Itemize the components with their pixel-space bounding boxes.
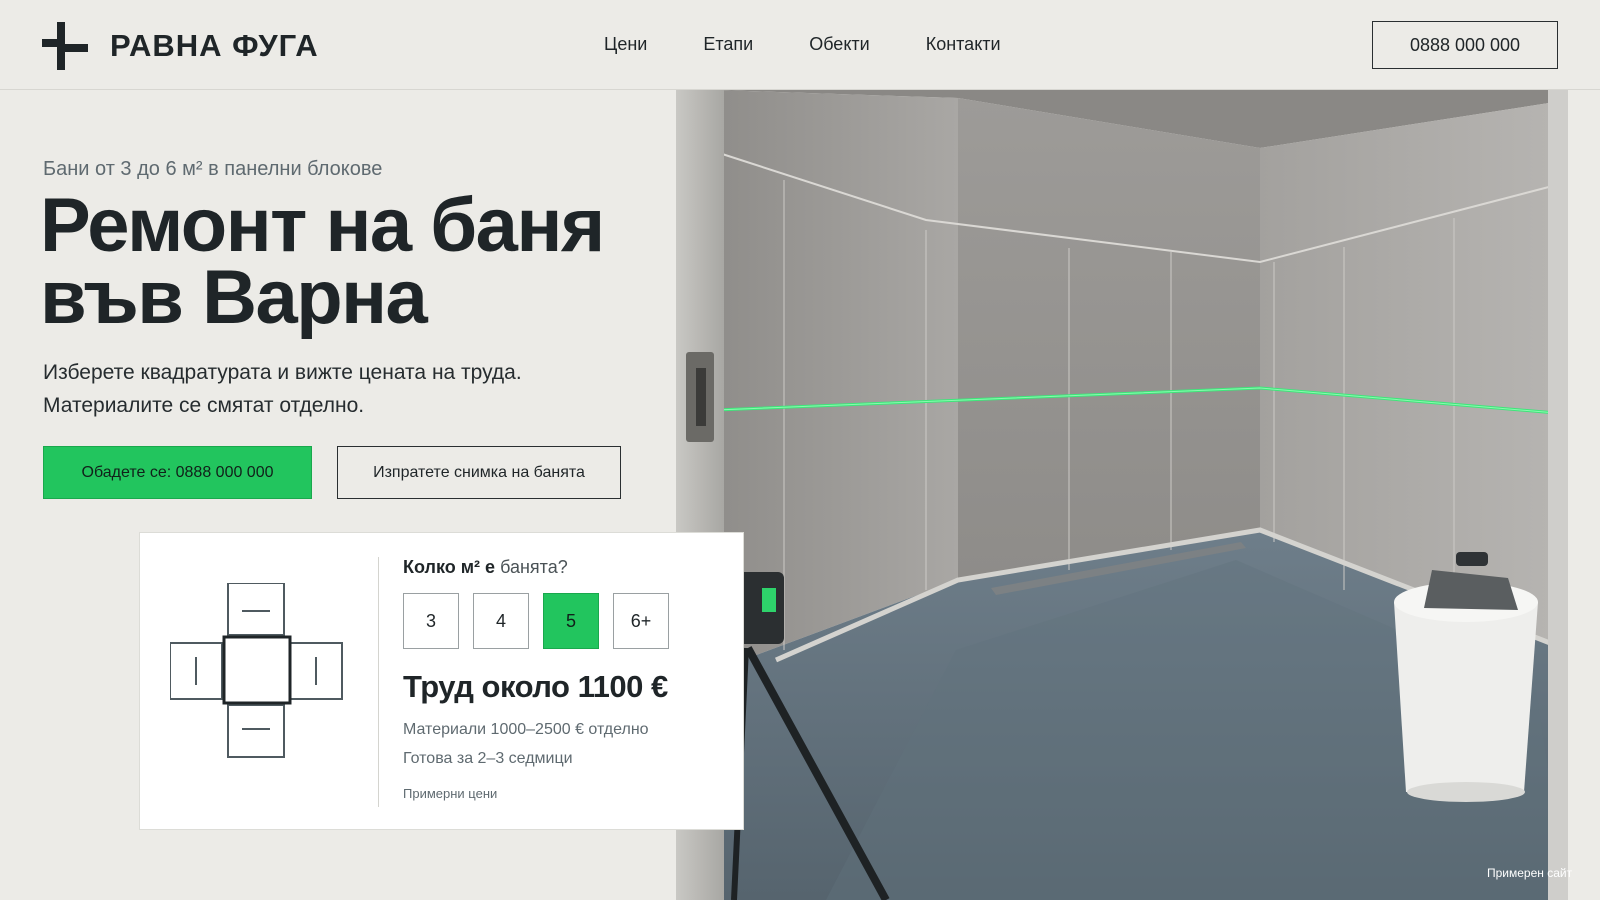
size-option-3[interactable]: 3: [403, 593, 459, 649]
logo[interactable]: РАВНА ФУГА: [42, 22, 319, 70]
materials-estimate: Материали 1000–2500 € отделно: [403, 721, 649, 738]
sample-prices-note: Примерни цени: [403, 786, 498, 801]
send-photo-button[interactable]: Изпратете снимка на банята: [337, 446, 621, 499]
page-title: Ремонт на баня във Варна: [40, 183, 680, 340]
hero-eyebrow: Бани от 3 до 6 м² в панелни блокове: [43, 158, 383, 180]
plus-logo-icon: [42, 22, 88, 70]
size-question-bold: Колко м² е: [403, 557, 496, 577]
landing-page: РАВНА ФУГА Цени Етапи Обекти Контакти 08…: [0, 0, 1600, 900]
bucket-illustration: [1394, 552, 1538, 802]
main-nav: Цени Етапи Обекти Контакти: [604, 34, 1057, 55]
size-options: 3 4 5 6+: [403, 593, 683, 649]
size-question-rest: банята?: [500, 557, 568, 577]
size-option-4[interactable]: 4: [473, 593, 529, 649]
lead-line-2: Материалите се смятат отделно.: [43, 394, 365, 417]
nav-link-projects[interactable]: Обекти: [809, 34, 870, 55]
card-divider: [378, 557, 379, 807]
nav-link-contacts[interactable]: Контакти: [926, 34, 1001, 55]
size-question: Колко м² е банята?: [403, 557, 568, 578]
title-line-1: Ремонт на баня: [40, 183, 605, 268]
room-floorplan-icon: [169, 582, 346, 766]
site-header: РАВНА ФУГА Цени Етапи Обекти Контакти 08…: [0, 0, 1600, 90]
nav-link-stages[interactable]: Етапи: [703, 34, 753, 55]
price-calculator-card: Колко м² е банята? 3 4 5 6+ Труд около 1…: [139, 532, 744, 830]
header-phone-button[interactable]: 0888 000 000: [1372, 21, 1558, 69]
hero-photo: [676, 90, 1568, 900]
brand-name: РАВНА ФУГА: [110, 28, 319, 63]
title-line-2: във Варна: [40, 255, 428, 340]
nav-link-prices[interactable]: Цени: [604, 34, 647, 55]
hero-lead: Изберете квадратурата и вижте цената на …: [43, 356, 522, 422]
call-button[interactable]: Обадете се: 0888 000 000: [43, 446, 312, 499]
example-site-label: Примерен сайт: [1487, 866, 1573, 880]
labor-price: Труд около 1100 €: [403, 669, 668, 704]
lead-line-1: Изберете квадратурата и вижте цената на …: [43, 361, 522, 384]
duration-estimate: Готова за 2–3 седмици: [403, 750, 573, 767]
size-option-5-selected[interactable]: 5: [543, 593, 599, 649]
size-option-6-plus[interactable]: 6+: [613, 593, 669, 649]
